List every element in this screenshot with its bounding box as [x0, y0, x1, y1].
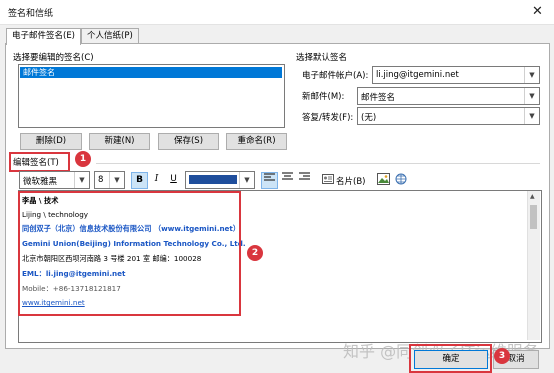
window-title: 签名和信纸	[8, 9, 54, 19]
insert-picture-icon[interactable]	[377, 173, 390, 188]
italic-button[interactable]: I	[149, 172, 164, 187]
title-bar	[0, 0, 554, 25]
signature-list-item[interactable]: 邮件签名	[20, 67, 282, 78]
delete-button[interactable]: 删除(D)	[20, 133, 82, 150]
font-family-select[interactable]: 微软雅黑 ▼	[19, 171, 90, 189]
chevron-down-icon: ▼	[109, 172, 124, 188]
edit-signature-label: 编辑签名(T)	[13, 158, 59, 168]
scroll-up-icon[interactable]: ▲	[530, 193, 535, 200]
hyperlink-icon[interactable]	[395, 173, 408, 188]
scrollbar-thumb[interactable]	[530, 205, 537, 229]
business-card-button[interactable]: 名片(B)	[336, 175, 365, 187]
chevron-down-icon: ▼	[524, 108, 539, 124]
new-button[interactable]: 新建(N)	[89, 133, 150, 150]
replies-forwards-select[interactable]: (无) ▼	[357, 107, 540, 125]
annotation-box-2	[18, 191, 241, 316]
rename-button[interactable]: 重命名(R)	[226, 133, 287, 150]
chevron-down-icon: ▼	[524, 88, 539, 104]
annotation-badge-1: 1	[75, 151, 91, 167]
annotation-badge-3: 3	[494, 348, 510, 364]
annotation-badge-2: 2	[247, 245, 263, 261]
new-messages-value: 邮件签名	[361, 93, 396, 103]
default-signature-heading: 选择默认签名	[296, 53, 348, 63]
new-messages-select[interactable]: 邮件签名 ▼	[357, 87, 540, 105]
font-size-value: 8	[98, 175, 104, 185]
replies-forwards-label: 答复/转发(F):	[302, 113, 354, 123]
chevron-down-icon: ▼	[524, 67, 539, 83]
business-card-icon	[322, 174, 334, 187]
tab-email-signature[interactable]: 电子邮件签名(E)	[6, 28, 82, 45]
select-signature-label: 选择要编辑的签名(C)	[13, 53, 94, 63]
annotation-box-3	[409, 344, 492, 373]
save-button[interactable]: 保存(S)	[158, 133, 219, 150]
chevron-down-icon: ▼	[74, 172, 89, 188]
email-account-label: 电子邮件帐户(A):	[302, 71, 369, 81]
separator	[96, 163, 540, 164]
editor-scrollbar[interactable]: ▲	[527, 191, 540, 340]
font-family-value: 微软雅黑	[23, 177, 58, 187]
bold-button[interactable]: B	[131, 172, 148, 189]
align-left-icon[interactable]	[261, 172, 278, 189]
new-messages-label: 新邮件(M):	[302, 92, 345, 102]
underline-button[interactable]: U	[166, 172, 181, 187]
email-account-value: li.jing@itgemini.net	[376, 70, 459, 80]
font-color-swatch	[189, 175, 237, 184]
signature-list[interactable]: 邮件签名	[18, 64, 285, 128]
align-center-icon[interactable]	[280, 172, 295, 187]
align-right-icon[interactable]	[297, 172, 312, 187]
email-account-select[interactable]: li.jing@itgemini.net ▼	[372, 66, 540, 84]
close-button[interactable]: ✕	[521, 0, 554, 24]
chevron-down-icon: ▼	[239, 172, 254, 188]
tab-personal-stationery[interactable]: 个人信纸(P)	[81, 28, 139, 44]
font-color-select[interactable]: ▼	[185, 171, 255, 189]
font-size-select[interactable]: 8 ▼	[94, 171, 125, 189]
replies-forwards-value: (无)	[361, 113, 377, 123]
